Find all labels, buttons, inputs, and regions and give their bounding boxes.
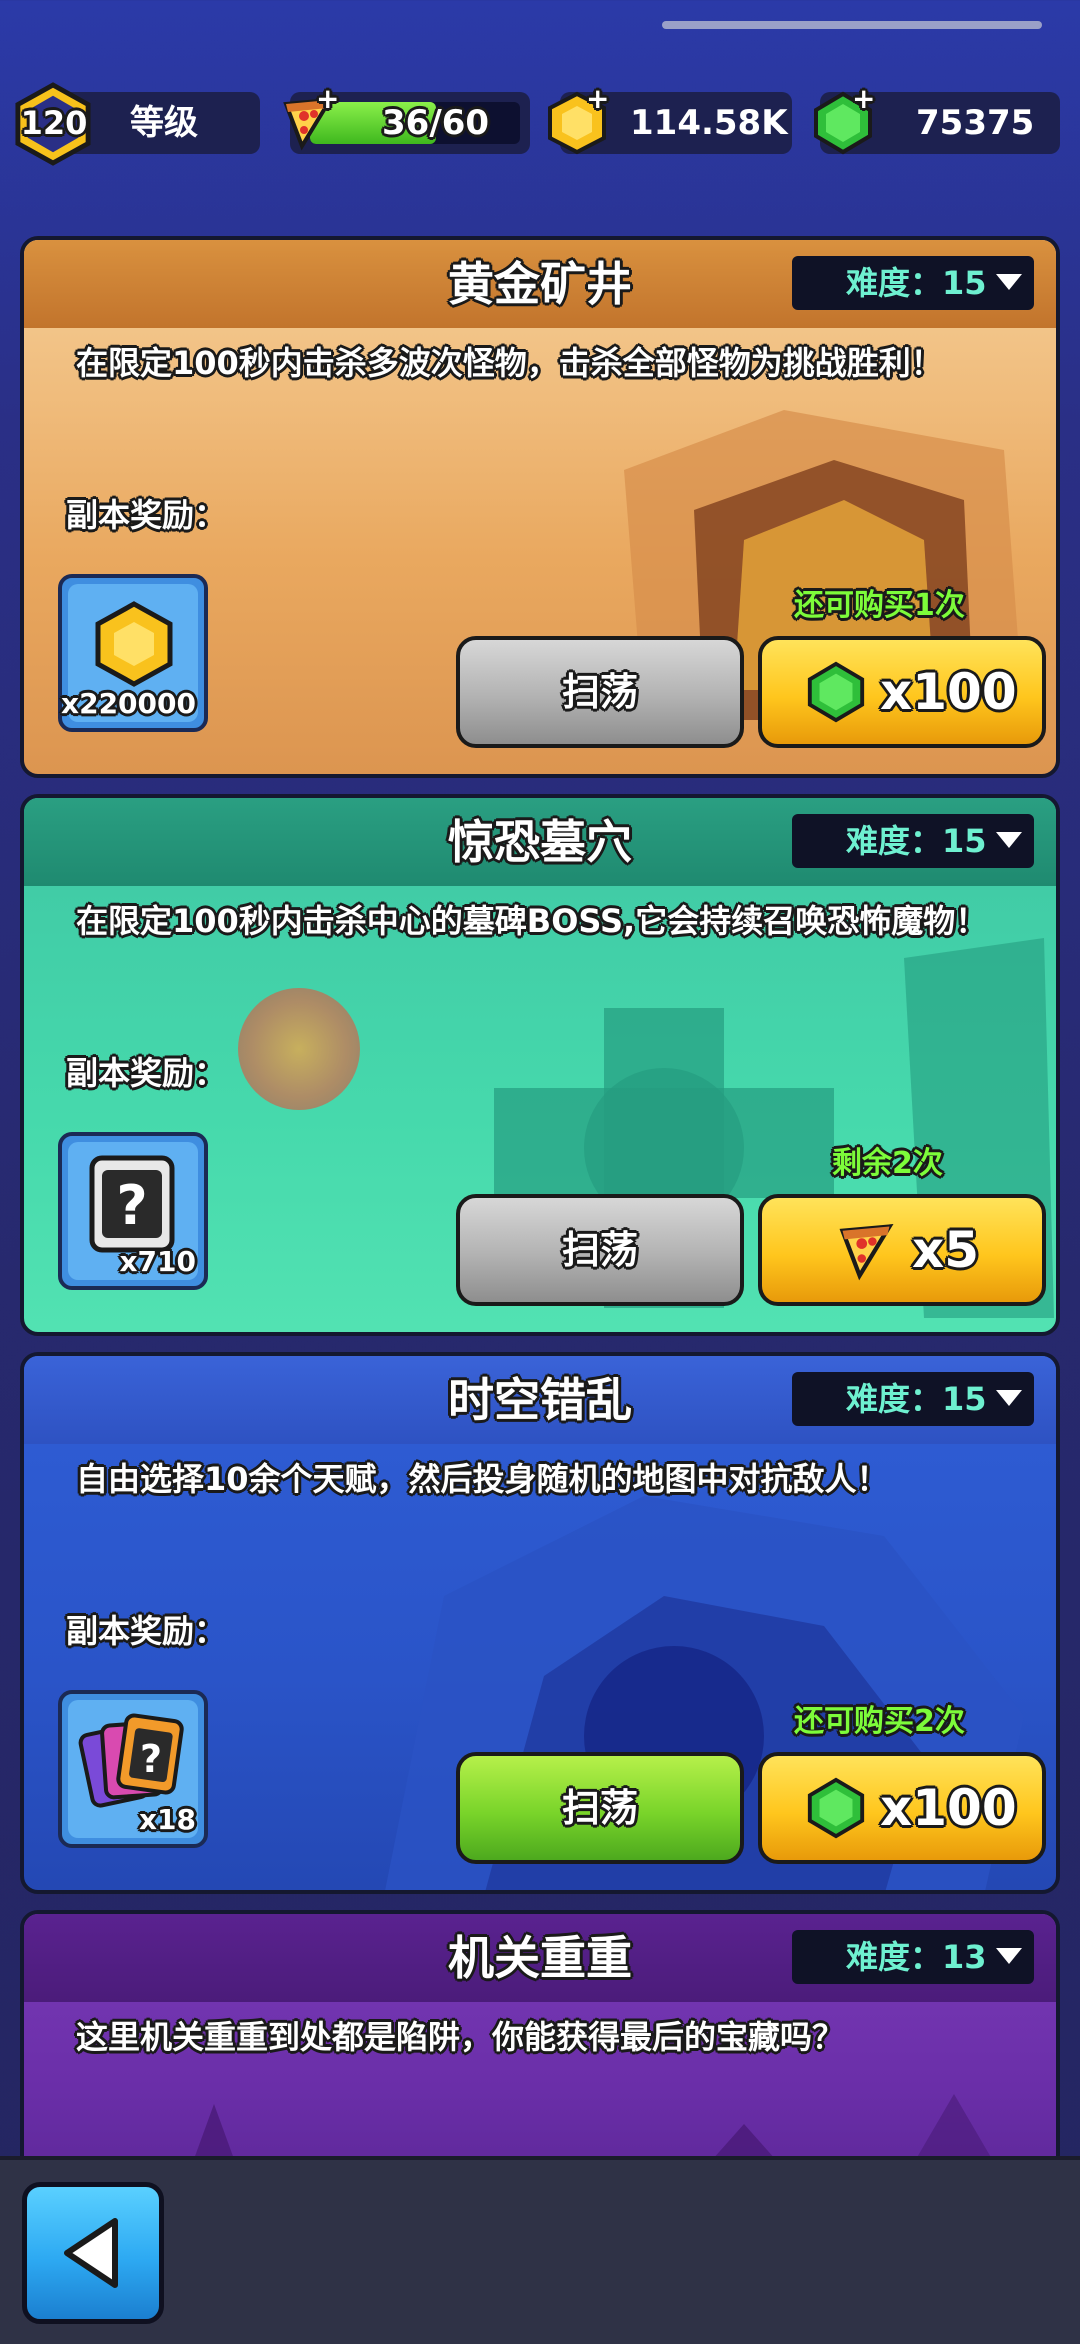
dungeon-description: 在限定100秒内击杀中心的墓碑BOSS,它会持续召唤恐怖魔物！ [76,902,988,940]
enter-gem-button[interactable]: x100 [758,1752,1046,1864]
enter-gem-button[interactable]: x100 [758,636,1046,748]
reward-quantity: x710 [119,1245,196,1278]
level-label: 等级 [130,103,198,143]
dungeon-description: 自由选择10余个天赋，然后投身随机的地图中对抗敌人！ [76,1460,889,1498]
chevron-down-icon [996,1390,1022,1406]
difficulty-label: 难度：15 [846,264,987,302]
home-indicator [662,21,1042,29]
reward-item[interactable]: ? x710 [58,1132,208,1290]
cost-value: x100 [880,663,1017,721]
energy-value: 36/60 [382,103,490,143]
difficulty-selector[interactable]: 难度：15 [792,814,1034,868]
reward-label: 副本奖励： [66,1054,227,1092]
reward-quantity: x220000 [61,687,196,720]
sweep-button[interactable]: 扫荡 [456,636,744,748]
gem-value: 75375 [916,103,1035,143]
difficulty-label: 难度：15 [846,822,987,860]
chevron-down-icon [996,1948,1022,1964]
svg-text:?: ? [140,1737,162,1781]
dungeon-description: 在限定100秒内击杀多波次怪物，击杀全部怪物为挑战胜利！ [76,344,943,382]
gold-hex-coin-icon [95,601,173,687]
gem-icon [807,1777,865,1839]
back-button[interactable] [22,2182,164,2324]
difficulty-selector[interactable]: 难度：15 [792,256,1034,310]
mystery-card-icon: ? [89,1155,175,1253]
remaining-note: 剩余2次 [832,1146,943,1181]
sweep-label: 扫荡 [561,1786,638,1830]
reward-quantity: x18 [138,1803,196,1836]
enter-pizza-button[interactable]: x5 [758,1194,1046,1306]
dungeon-card-tomb: 惊恐墓穴 难度：15 在限定100秒内击杀中心的墓碑BOSS,它会持续召唤恐怖魔… [20,794,1060,1336]
dungeon-card-time-chaos: 时空错乱 难度：15 自由选择10余个天赋，然后投身随机的地图中对抗敌人！ 副本… [20,1352,1060,1894]
svg-text:?: ? [116,1174,147,1237]
chevron-down-icon [996,274,1022,290]
gem-icon [807,661,865,723]
reward-item[interactable]: ? x18 [58,1690,208,1848]
resource-bar: 等级 120 36/60 + 114.58K + 75375 + [0,70,1080,180]
fireball-art [238,988,360,1110]
purchase-note: 还可购买2次 [794,1704,965,1739]
difficulty-selector[interactable]: 难度：13 [792,1930,1034,1984]
bottom-bar [0,2156,1080,2344]
dungeon-description: 这里机关重重到处都是陷阱，你能获得最后的宝藏吗？ [76,2018,845,2056]
reward-item[interactable]: x220000 [58,574,208,732]
reward-label: 副本奖励： [66,496,227,534]
sweep-button[interactable]: 扫荡 [456,1194,744,1306]
difficulty-selector[interactable]: 难度：15 [792,1372,1034,1426]
sweep-button[interactable]: 扫荡 [456,1752,744,1864]
back-arrow-icon [64,2218,118,2288]
purchase-note: 还可购买1次 [794,588,965,623]
level-value: 120 [20,104,88,142]
pizza-icon [839,1224,894,1281]
difficulty-label: 难度：15 [846,1380,987,1418]
gold-value: 114.58K [630,103,788,143]
gem-add-icon[interactable]: + [852,85,875,113]
cost-value: x100 [880,1779,1017,1837]
sweep-label: 扫荡 [561,670,638,714]
energy-add-icon[interactable]: + [316,85,339,113]
cost-value: x5 [912,1221,980,1279]
reward-label: 副本奖励： [66,1612,227,1650]
sweep-label: 扫荡 [561,1228,638,1272]
difficulty-label: 难度：13 [846,1938,987,1976]
talent-cards-icon: ? [78,1713,184,1808]
chevron-down-icon [996,832,1022,848]
dungeon-card-gold-mine: 黄金矿井 难度：15 在限定100秒内击杀多波次怪物，击杀全部怪物为挑战胜利！ … [20,236,1060,778]
gold-add-icon[interactable]: + [586,85,609,113]
